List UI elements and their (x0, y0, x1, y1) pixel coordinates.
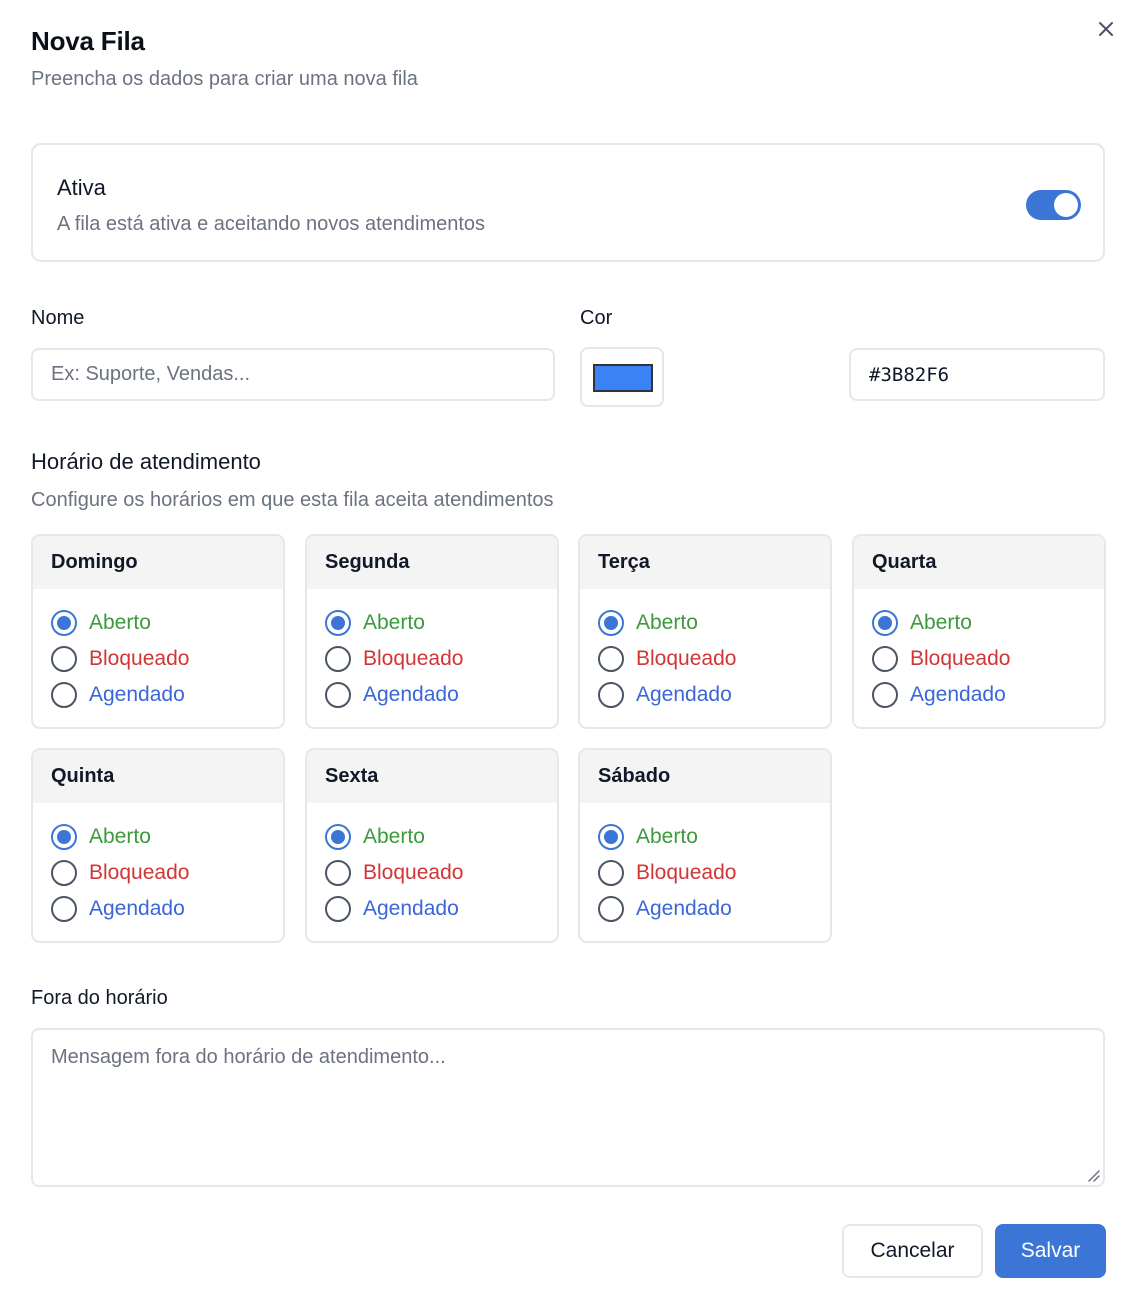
radio-scheduled[interactable] (325, 896, 351, 922)
out-of-hours-textarea[interactable] (31, 1028, 1105, 1187)
option-label-open: Aberto (89, 825, 151, 848)
option-label-blocked: Bloqueado (89, 647, 190, 670)
radio-blocked[interactable] (325, 860, 351, 886)
day-option-open[interactable]: Aberto (598, 609, 698, 637)
day-card: Quinta Aberto Bloqueado Agendado (31, 748, 285, 943)
active-toggle[interactable] (1026, 190, 1081, 220)
day-card: Sexta Aberto Bloqueado Agendado (305, 748, 559, 943)
day-option-blocked[interactable]: Bloqueado (51, 859, 189, 887)
day-option-scheduled[interactable]: Agendado (325, 681, 459, 709)
day-name: Segunda (307, 536, 557, 589)
day-name: Quarta (854, 536, 1104, 589)
close-icon (1099, 22, 1113, 36)
day-option-blocked[interactable]: Bloqueado (325, 859, 463, 887)
option-label-scheduled: Agendado (636, 897, 732, 920)
radio-open[interactable] (872, 610, 898, 636)
day-name: Domingo (33, 536, 283, 589)
day-option-scheduled[interactable]: Agendado (598, 895, 732, 923)
option-label-open: Aberto (636, 825, 698, 848)
day-option-scheduled[interactable]: Agendado (872, 681, 1006, 709)
option-label-open: Aberto (363, 825, 425, 848)
schedule-title: Horário de atendimento (31, 449, 261, 474)
option-label-open: Aberto (636, 611, 698, 634)
day-option-blocked[interactable]: Bloqueado (872, 645, 1010, 673)
active-description: A fila está ativa e aceitando novos aten… (57, 213, 486, 235)
day-option-blocked[interactable]: Bloqueado (598, 645, 736, 673)
color-label: Cor (580, 307, 613, 329)
day-option-open[interactable]: Aberto (325, 609, 425, 637)
radio-open[interactable] (598, 610, 624, 636)
radio-scheduled[interactable] (598, 896, 624, 922)
option-label-open: Aberto (363, 611, 425, 634)
radio-blocked[interactable] (325, 646, 351, 672)
day-name: Sábado (580, 750, 830, 803)
resize-grip-icon[interactable] (1086, 1168, 1100, 1182)
option-label-scheduled: Agendado (89, 683, 185, 706)
option-label-scheduled: Agendado (636, 683, 732, 706)
day-option-open[interactable]: Aberto (51, 609, 151, 637)
toggle-knob (1054, 193, 1078, 217)
day-option-scheduled[interactable]: Agendado (51, 681, 185, 709)
radio-blocked[interactable] (598, 646, 624, 672)
day-card: Sábado Aberto Bloqueado Agendado (578, 748, 832, 943)
day-option-open[interactable]: Aberto (325, 823, 425, 851)
radio-open[interactable] (51, 610, 77, 636)
option-label-blocked: Bloqueado (636, 647, 737, 670)
out-of-hours-label: Fora do horário (31, 987, 168, 1009)
radio-scheduled[interactable] (325, 682, 351, 708)
day-option-blocked[interactable]: Bloqueado (51, 645, 189, 673)
active-title: Ativa (57, 175, 106, 200)
day-option-scheduled[interactable]: Agendado (598, 681, 732, 709)
radio-blocked[interactable] (598, 860, 624, 886)
active-card: Ativa A fila está ativa e aceitando novo… (31, 143, 1105, 262)
option-label-scheduled: Agendado (363, 683, 459, 706)
day-card: Domingo Aberto Bloqueado Agendado (31, 534, 285, 729)
option-label-blocked: Bloqueado (89, 861, 190, 884)
day-card: Segunda Aberto Bloqueado Agendado (305, 534, 559, 729)
day-option-open[interactable]: Aberto (872, 609, 972, 637)
dialog-subtitle: Preencha os dados para criar uma nova fi… (31, 68, 418, 90)
name-label: Nome (31, 307, 85, 329)
day-name: Sexta (307, 750, 557, 803)
option-label-blocked: Bloqueado (363, 647, 464, 670)
name-input[interactable] (31, 348, 555, 401)
radio-scheduled[interactable] (598, 682, 624, 708)
radio-open[interactable] (325, 610, 351, 636)
radio-open[interactable] (51, 824, 77, 850)
option-label-open: Aberto (910, 611, 972, 634)
radio-scheduled[interactable] (51, 682, 77, 708)
day-name: Terça (580, 536, 830, 589)
cancel-button[interactable]: Cancelar (842, 1224, 983, 1278)
save-button[interactable]: Salvar (995, 1224, 1106, 1278)
day-option-scheduled[interactable]: Agendado (51, 895, 185, 923)
day-card: Quarta Aberto Bloqueado Agendado (852, 534, 1106, 729)
option-label-open: Aberto (89, 611, 151, 634)
option-label-blocked: Bloqueado (910, 647, 1011, 670)
radio-scheduled[interactable] (51, 896, 77, 922)
day-card: Terça Aberto Bloqueado Agendado (578, 534, 832, 729)
day-option-open[interactable]: Aberto (598, 823, 698, 851)
option-label-blocked: Bloqueado (363, 861, 464, 884)
option-label-scheduled: Agendado (89, 897, 185, 920)
radio-blocked[interactable] (51, 646, 77, 672)
option-label-scheduled: Agendado (910, 683, 1006, 706)
dialog-title: Nova Fila (31, 26, 145, 56)
close-button[interactable] (1094, 17, 1118, 41)
radio-blocked[interactable] (51, 860, 77, 886)
day-name: Quinta (33, 750, 283, 803)
schedule-description: Configure os horários em que esta fila a… (31, 489, 554, 511)
option-label-blocked: Bloqueado (636, 861, 737, 884)
option-label-scheduled: Agendado (363, 897, 459, 920)
day-option-blocked[interactable]: Bloqueado (325, 645, 463, 673)
color-hex-input[interactable] (849, 348, 1105, 401)
day-option-scheduled[interactable]: Agendado (325, 895, 459, 923)
radio-open[interactable] (325, 824, 351, 850)
day-option-open[interactable]: Aberto (51, 823, 151, 851)
color-picker[interactable] (580, 347, 664, 407)
radio-blocked[interactable] (872, 646, 898, 672)
day-option-blocked[interactable]: Bloqueado (598, 859, 736, 887)
radio-scheduled[interactable] (872, 682, 898, 708)
color-swatch (593, 364, 653, 392)
radio-open[interactable] (598, 824, 624, 850)
